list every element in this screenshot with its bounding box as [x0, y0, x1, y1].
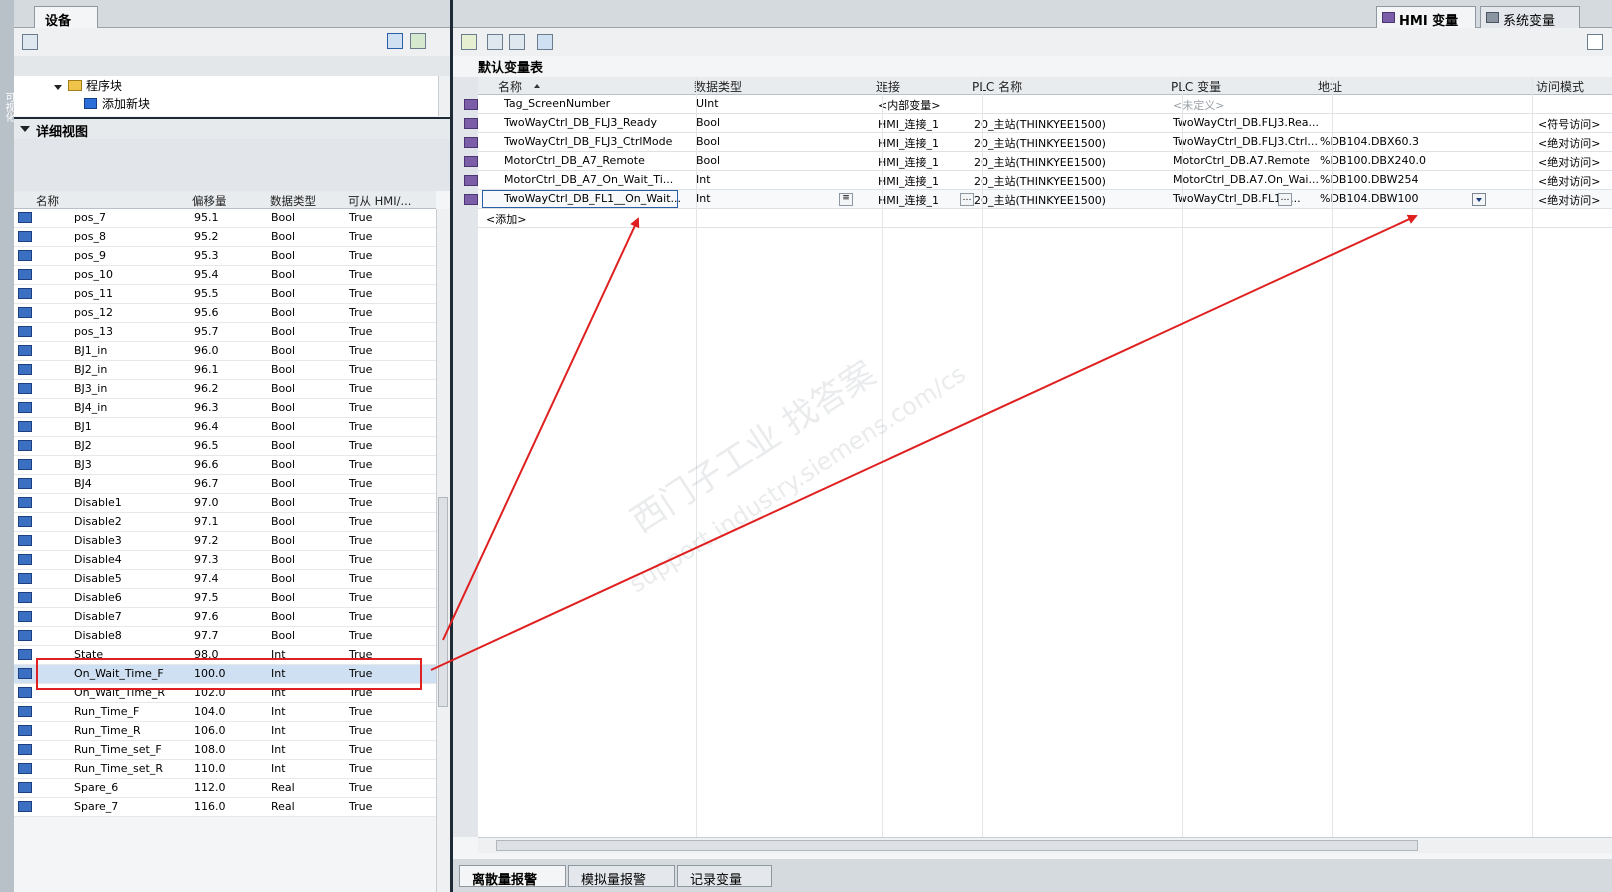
annotation-arrow	[430, 214, 1418, 671]
annotation-arrow	[442, 217, 640, 641]
annotation-overlay	[36, 214, 1418, 690]
highlight-box	[36, 658, 422, 690]
